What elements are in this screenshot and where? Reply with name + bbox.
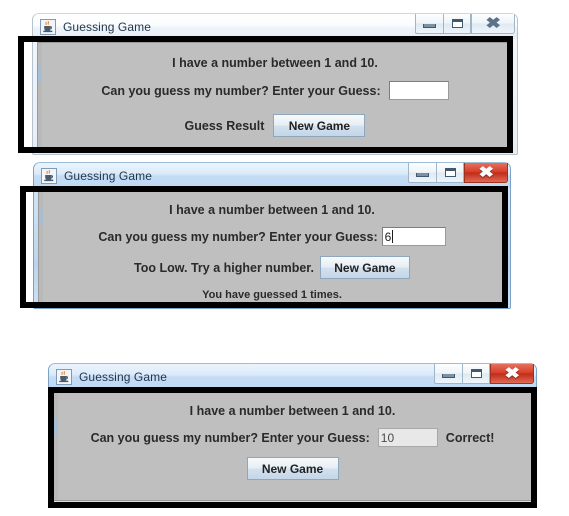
maximize-button[interactable] xyxy=(443,14,471,34)
maximize-icon xyxy=(451,19,463,28)
close-button[interactable]: ✖ xyxy=(464,163,508,183)
guess-prompt-label: Can you guess my number? Enter your Gues… xyxy=(90,430,370,445)
title-bar[interactable]: Guessing Game ✖ xyxy=(33,14,517,39)
minimize-button[interactable] xyxy=(434,364,462,384)
guess-input-value: 10 xyxy=(380,430,395,445)
java-coffee-cup-icon xyxy=(41,167,57,184)
guess-count-label: You have guessed 1 times. xyxy=(202,289,342,301)
close-button[interactable]: ✖ xyxy=(471,14,515,34)
minimize-button[interactable] xyxy=(415,14,443,34)
new-game-button-label: New Game xyxy=(288,118,351,133)
new-game-button[interactable]: New Game xyxy=(273,114,366,137)
range-prompt-label: I have a number between 1 and 10. xyxy=(169,203,375,217)
result-label: Correct! xyxy=(445,430,495,445)
guess-input-value: 6 xyxy=(384,229,392,244)
window-controls[interactable]: ✖ xyxy=(434,364,534,385)
minimize-icon xyxy=(442,374,455,378)
close-icon: ✖ xyxy=(504,365,520,382)
window-title: Guessing Game xyxy=(63,19,152,34)
result-label: Guess Result xyxy=(184,118,265,133)
guess-input[interactable]: 10 xyxy=(377,428,438,447)
game-panel: I have a number between 1 and 10. Can yo… xyxy=(38,191,506,304)
java-coffee-cup-icon xyxy=(56,368,72,385)
minimize-icon xyxy=(423,24,436,28)
window-controls[interactable]: ✖ xyxy=(408,163,508,184)
new-game-button-label: New Game xyxy=(334,260,396,275)
java-coffee-cup-icon xyxy=(40,18,56,35)
title-bar[interactable]: Guessing Game ✖ xyxy=(49,364,536,389)
maximize-button[interactable] xyxy=(462,364,490,384)
guess-prompt-label: Can you guess my number? Enter your Gues… xyxy=(101,83,381,98)
guessing-game-window-correct[interactable]: Guessing Game ✖ I have a number between … xyxy=(48,363,537,507)
range-prompt-label: I have a number between 1 and 10. xyxy=(172,56,378,70)
game-panel: I have a number between 1 and 10. Can yo… xyxy=(53,392,532,501)
maximize-icon xyxy=(470,369,482,378)
text-caret xyxy=(392,230,394,243)
result-label: Too Low. Try a higher number. xyxy=(134,260,314,275)
title-bar[interactable]: Guessing Game ✖ xyxy=(34,163,510,188)
guessing-game-window-too-low[interactable]: Guessing Game ✖ I have a number between … xyxy=(33,162,511,309)
close-icon: ✖ xyxy=(478,164,494,181)
game-panel: I have a number between 1 and 10. Can yo… xyxy=(37,42,513,150)
new-game-button[interactable]: New Game xyxy=(246,457,339,480)
guess-input[interactable]: 6 xyxy=(381,227,446,246)
maximize-button[interactable] xyxy=(436,163,464,183)
new-game-button[interactable]: New Game xyxy=(319,256,410,279)
guess-prompt-label: Can you guess my number? Enter your Gues… xyxy=(98,229,378,244)
close-icon: ✖ xyxy=(485,15,501,32)
guess-input[interactable] xyxy=(388,81,449,100)
range-prompt-label: I have a number between 1 and 10. xyxy=(189,404,396,418)
close-button[interactable]: ✖ xyxy=(490,364,534,384)
maximize-icon xyxy=(444,168,456,177)
new-game-button-label: New Game xyxy=(261,461,324,476)
window-controls[interactable]: ✖ xyxy=(415,14,515,35)
minimize-icon xyxy=(416,173,429,177)
minimize-button[interactable] xyxy=(408,163,436,183)
window-title: Guessing Game xyxy=(64,168,153,183)
window-title: Guessing Game xyxy=(79,369,168,384)
guessing-game-window-initial[interactable]: Guessing Game ✖ I have a number between … xyxy=(32,13,518,155)
